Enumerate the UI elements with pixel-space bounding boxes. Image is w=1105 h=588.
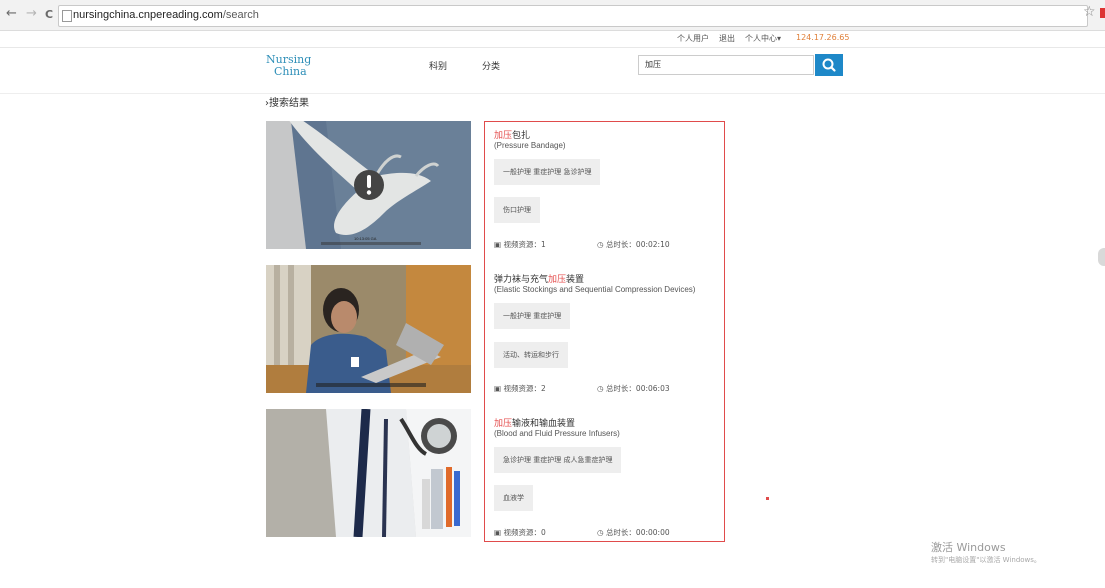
- result-video-count-3: ▣ 视频资源：0: [494, 527, 546, 538]
- title-highlight: 加压: [548, 275, 567, 285]
- windows-activation-hint: 转到"电脑设置"以激活 Windows。: [931, 556, 1041, 564]
- duration-label: 总时长：00:02:10: [605, 240, 670, 249]
- windows-activation-watermark: 激活 Windows: [931, 541, 1006, 554]
- video-count-label: 视频资源：1: [503, 240, 546, 249]
- result-title-3[interactable]: 加压输液和输血装置: [494, 416, 575, 429]
- page-icon: [62, 10, 72, 22]
- user-bar: 个人用户 退出 个人中心▾ 124.17.26.65: [0, 30, 1105, 48]
- result-tags-2a[interactable]: 一般护理 重症护理: [494, 303, 571, 329]
- duration-label: 总时长：00:06:03: [605, 384, 670, 393]
- extension-icon[interactable]: [1100, 8, 1105, 18]
- reload-button[interactable]: C: [45, 7, 53, 23]
- video-thumbnail-3[interactable]: [266, 409, 471, 537]
- title-rest: 装置: [566, 275, 585, 285]
- header-divider: [0, 93, 1105, 94]
- title-prefix: 弹力袜与充气: [494, 275, 549, 285]
- site-logo[interactable]: Nursing China: [264, 53, 316, 79]
- result-subtitle-3: (Blood and Fluid Pressure Infusers): [494, 429, 620, 438]
- clock-icon: ◷: [597, 384, 606, 393]
- search-icon: [822, 58, 836, 72]
- title-highlight: 加压: [494, 131, 513, 141]
- ip-address: 124.17.26.65: [796, 33, 850, 42]
- result-title-2[interactable]: 弹力袜与充气加压装置: [494, 272, 584, 285]
- result-duration-2: ◷ 总时长：00:06:03: [597, 383, 670, 394]
- result-video-count-1: ▣ 视频资源：1: [494, 239, 546, 250]
- nav-department[interactable]: 科别: [429, 59, 447, 72]
- result-duration-1: ◷ 总时长：00:02:10: [597, 239, 670, 250]
- url-domain: nursingchina.cnpereading.com: [73, 9, 223, 21]
- title-rest: 输液和输血装置: [512, 419, 576, 429]
- result-tags-1b[interactable]: 伤口护理: [494, 197, 540, 223]
- search-button[interactable]: [815, 54, 843, 76]
- address-bar[interactable]: nursingchina.cnpereading.com/search: [58, 5, 1088, 27]
- title-highlight: 加压: [494, 419, 513, 429]
- stethoscope-coat-image: [266, 409, 471, 537]
- browser-toolbar: ← → C nursingchina.cnpereading.com/searc…: [0, 0, 1105, 31]
- result-tags-2b[interactable]: 活动、转运和步行: [494, 342, 568, 368]
- clock-icon: ◷: [597, 528, 606, 537]
- result-duration-3: ◷ 总时长：00:00:00: [597, 527, 670, 538]
- video-thumbnail-2[interactable]: [266, 265, 471, 393]
- result-subtitle-2: (Elastic Stockings and Sequential Compre…: [494, 285, 696, 294]
- search-input[interactable]: 加压: [638, 55, 814, 75]
- result-tags-3b[interactable]: 血液学: [494, 485, 533, 511]
- clock-icon: ◷: [597, 240, 606, 249]
- nav-category[interactable]: 分类: [482, 59, 500, 72]
- logo-line2: China: [274, 65, 307, 78]
- breadcrumb: ›搜索结果: [265, 94, 309, 109]
- result-tags-3a[interactable]: 急诊护理 重症护理 成人急重症护理: [494, 447, 622, 473]
- breadcrumb-label: 搜索结果: [269, 98, 309, 109]
- bookmark-star-icon[interactable]: ☆: [1083, 4, 1096, 20]
- result-subtitle-1: (Pressure Bandage): [494, 141, 566, 150]
- nurse-laptop-image: [266, 265, 471, 393]
- result-video-count-2: ▣ 视频资源：2: [494, 383, 546, 394]
- back-button[interactable]: ←: [6, 6, 17, 22]
- personal-user-link[interactable]: 个人用户: [677, 33, 709, 44]
- video-count-label: 视频资源：0: [503, 528, 546, 537]
- result-title-1[interactable]: 加压包扎: [494, 128, 530, 141]
- logout-link[interactable]: 退出: [719, 33, 735, 44]
- gloved-hand-image: 10:13:05 GA: [266, 121, 471, 249]
- result-tags-1a[interactable]: 一般护理 重症护理 急诊护理: [494, 159, 601, 185]
- video-thumbnail-1[interactable]: 10:13:05 GA: [266, 121, 471, 249]
- url-path: /search: [222, 9, 259, 21]
- personal-center-dropdown[interactable]: 个人中心▾: [745, 33, 781, 44]
- side-scroll-handle[interactable]: [1098, 248, 1105, 266]
- search-results-panel: 加压包扎 (Pressure Bandage) 一般护理 重症护理 急诊护理 伤…: [484, 121, 725, 542]
- video-count-label: 视频资源：2: [503, 384, 546, 393]
- stray-dot: [766, 497, 769, 500]
- svg-text:10:13:05 GA: 10:13:05 GA: [354, 236, 377, 241]
- forward-button[interactable]: →: [26, 6, 37, 22]
- url-text: nursingchina.cnpereading.com/search: [73, 9, 259, 21]
- duration-label: 总时长：00:00:00: [605, 528, 670, 537]
- title-rest: 包扎: [512, 131, 531, 141]
